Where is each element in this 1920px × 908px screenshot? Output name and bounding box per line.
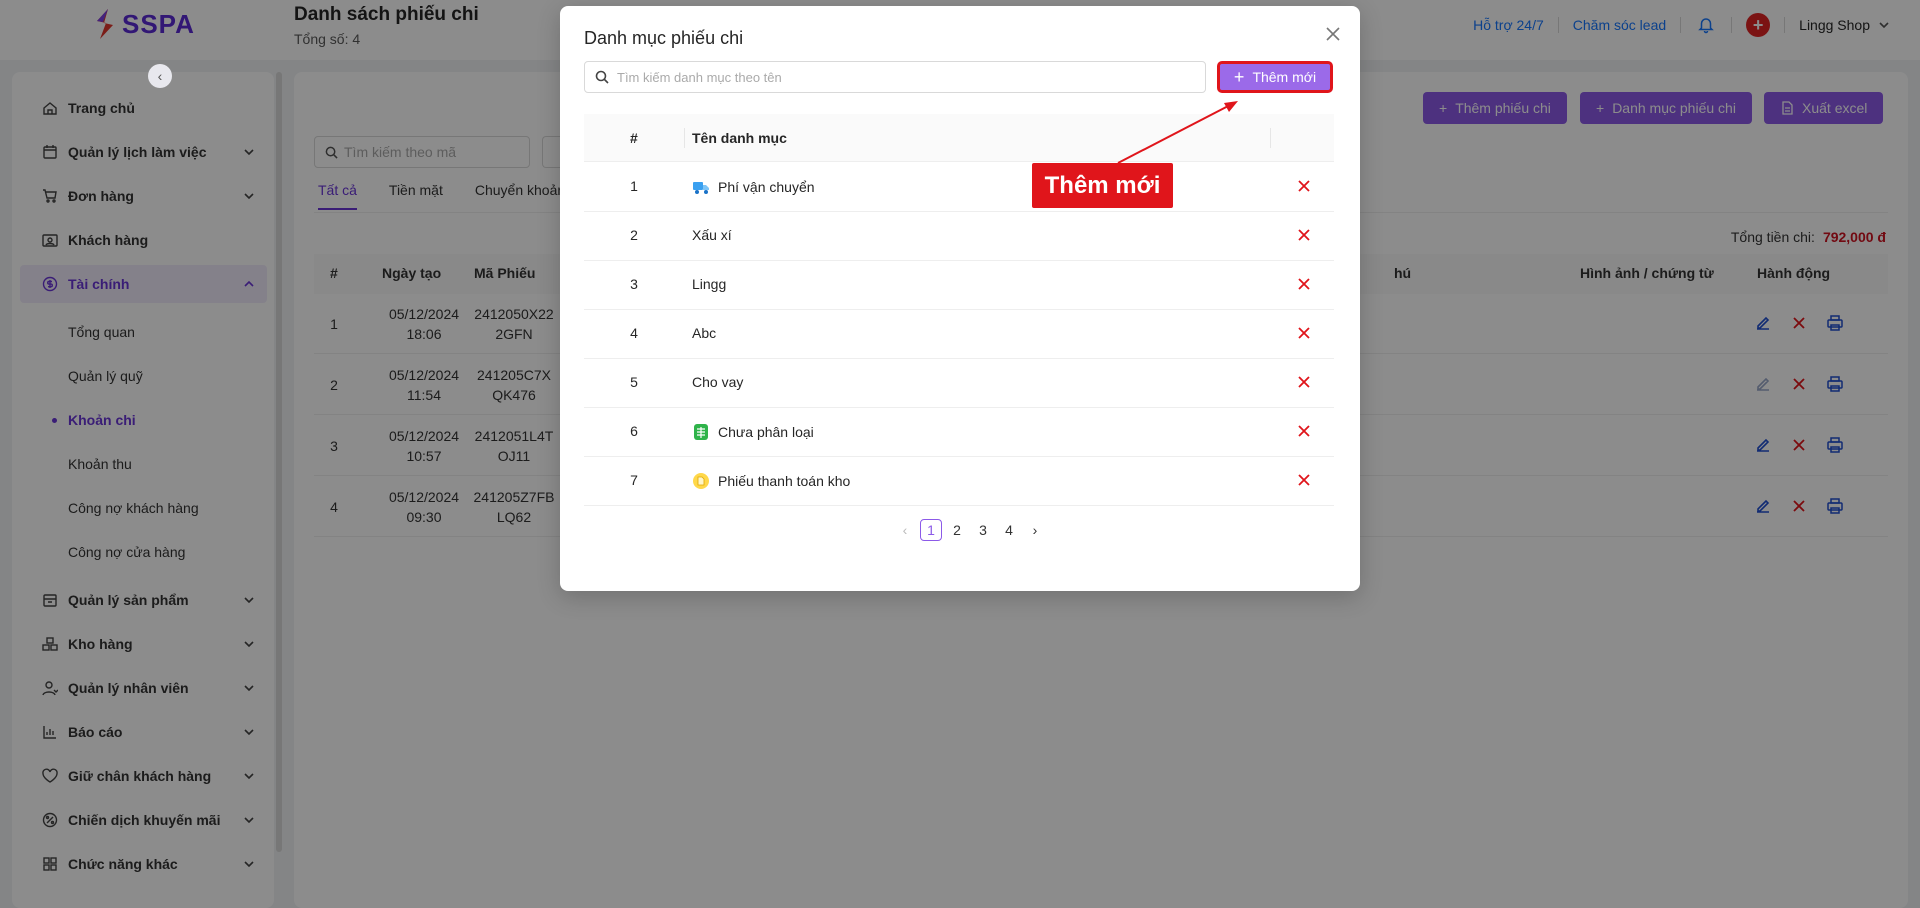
category-search-field[interactable] (584, 61, 1206, 93)
category-name-cell: Phiếu thanh toán kho (692, 472, 850, 490)
delete-icon[interactable] (1296, 276, 1312, 292)
add-category-button[interactable]: + Thêm mới (1217, 61, 1333, 93)
col-index: # (630, 130, 638, 146)
category-name: Xấu xí (692, 227, 732, 243)
delete-icon[interactable] (1296, 423, 1312, 439)
delete-icon[interactable] (1296, 325, 1312, 341)
divider (684, 128, 685, 148)
page-2[interactable]: 2 (946, 519, 968, 541)
page-3[interactable]: 3 (972, 519, 994, 541)
category-name: Cho vay (692, 374, 744, 390)
category-index: 4 (630, 325, 638, 341)
delete-icon[interactable] (1296, 374, 1312, 390)
close-icon[interactable] (1323, 24, 1343, 44)
category-index: 5 (630, 374, 638, 390)
category-row[interactable]: 1 Phí vận chuyển (584, 163, 1334, 212)
category-name: Phiếu thanh toán kho (718, 473, 851, 489)
col-category-name: Tên danh mục (692, 130, 787, 146)
search-icon (595, 70, 609, 84)
add-category-label: Thêm mới (1252, 69, 1317, 85)
document-icon (693, 473, 709, 489)
modal-title: Danh mục phiếu chi (584, 28, 744, 48)
page-4[interactable]: 4 (998, 519, 1020, 541)
sidebar-collapse-button[interactable]: ‹ (148, 64, 172, 88)
category-search-input[interactable] (617, 69, 1177, 85)
category-name: Abc (692, 325, 717, 341)
divider (1270, 128, 1271, 148)
category-index: 2 (630, 227, 638, 243)
sheet-icon (694, 424, 708, 440)
page-1[interactable]: 1 (920, 519, 942, 541)
annotation-label: Thêm mới (1032, 163, 1173, 208)
category-name-cell: Phí vận chuyển (692, 178, 815, 196)
category-name: Lingg (692, 276, 727, 292)
category-index: 6 (630, 423, 638, 439)
delete-icon[interactable] (1296, 178, 1312, 194)
category-index: 1 (630, 178, 638, 194)
delete-icon[interactable] (1296, 472, 1312, 488)
category-row[interactable]: 4 Abc (584, 310, 1334, 359)
category-row[interactable]: 5 Cho vay (584, 359, 1334, 408)
category-index: 3 (630, 276, 638, 292)
category-row[interactable]: 6 Chưa phân loại (584, 408, 1334, 457)
category-row[interactable]: 2 Xấu xí (584, 212, 1334, 261)
category-name: Phí vận chuyển (718, 179, 815, 195)
truck-icon (693, 182, 709, 194)
expense-category-modal: Danh mục phiếu chi + Thêm mới # Tên danh… (560, 6, 1360, 591)
prev-page-icon[interactable]: ‹ (894, 519, 916, 541)
category-index: 7 (630, 472, 638, 488)
category-row[interactable]: 7 Phiếu thanh toán kho (584, 457, 1334, 506)
category-row[interactable]: 3 Lingg (584, 261, 1334, 310)
pagination: ‹ 1 2 3 4 › (894, 519, 1046, 541)
plus-icon: + (1233, 67, 1245, 87)
next-page-icon[interactable]: › (1024, 519, 1046, 541)
category-name: Chưa phân loại (718, 424, 814, 440)
category-name-cell: Chưa phân loại (692, 423, 814, 441)
category-table-header: # Tên danh mục (584, 114, 1334, 162)
delete-icon[interactable] (1296, 227, 1312, 243)
